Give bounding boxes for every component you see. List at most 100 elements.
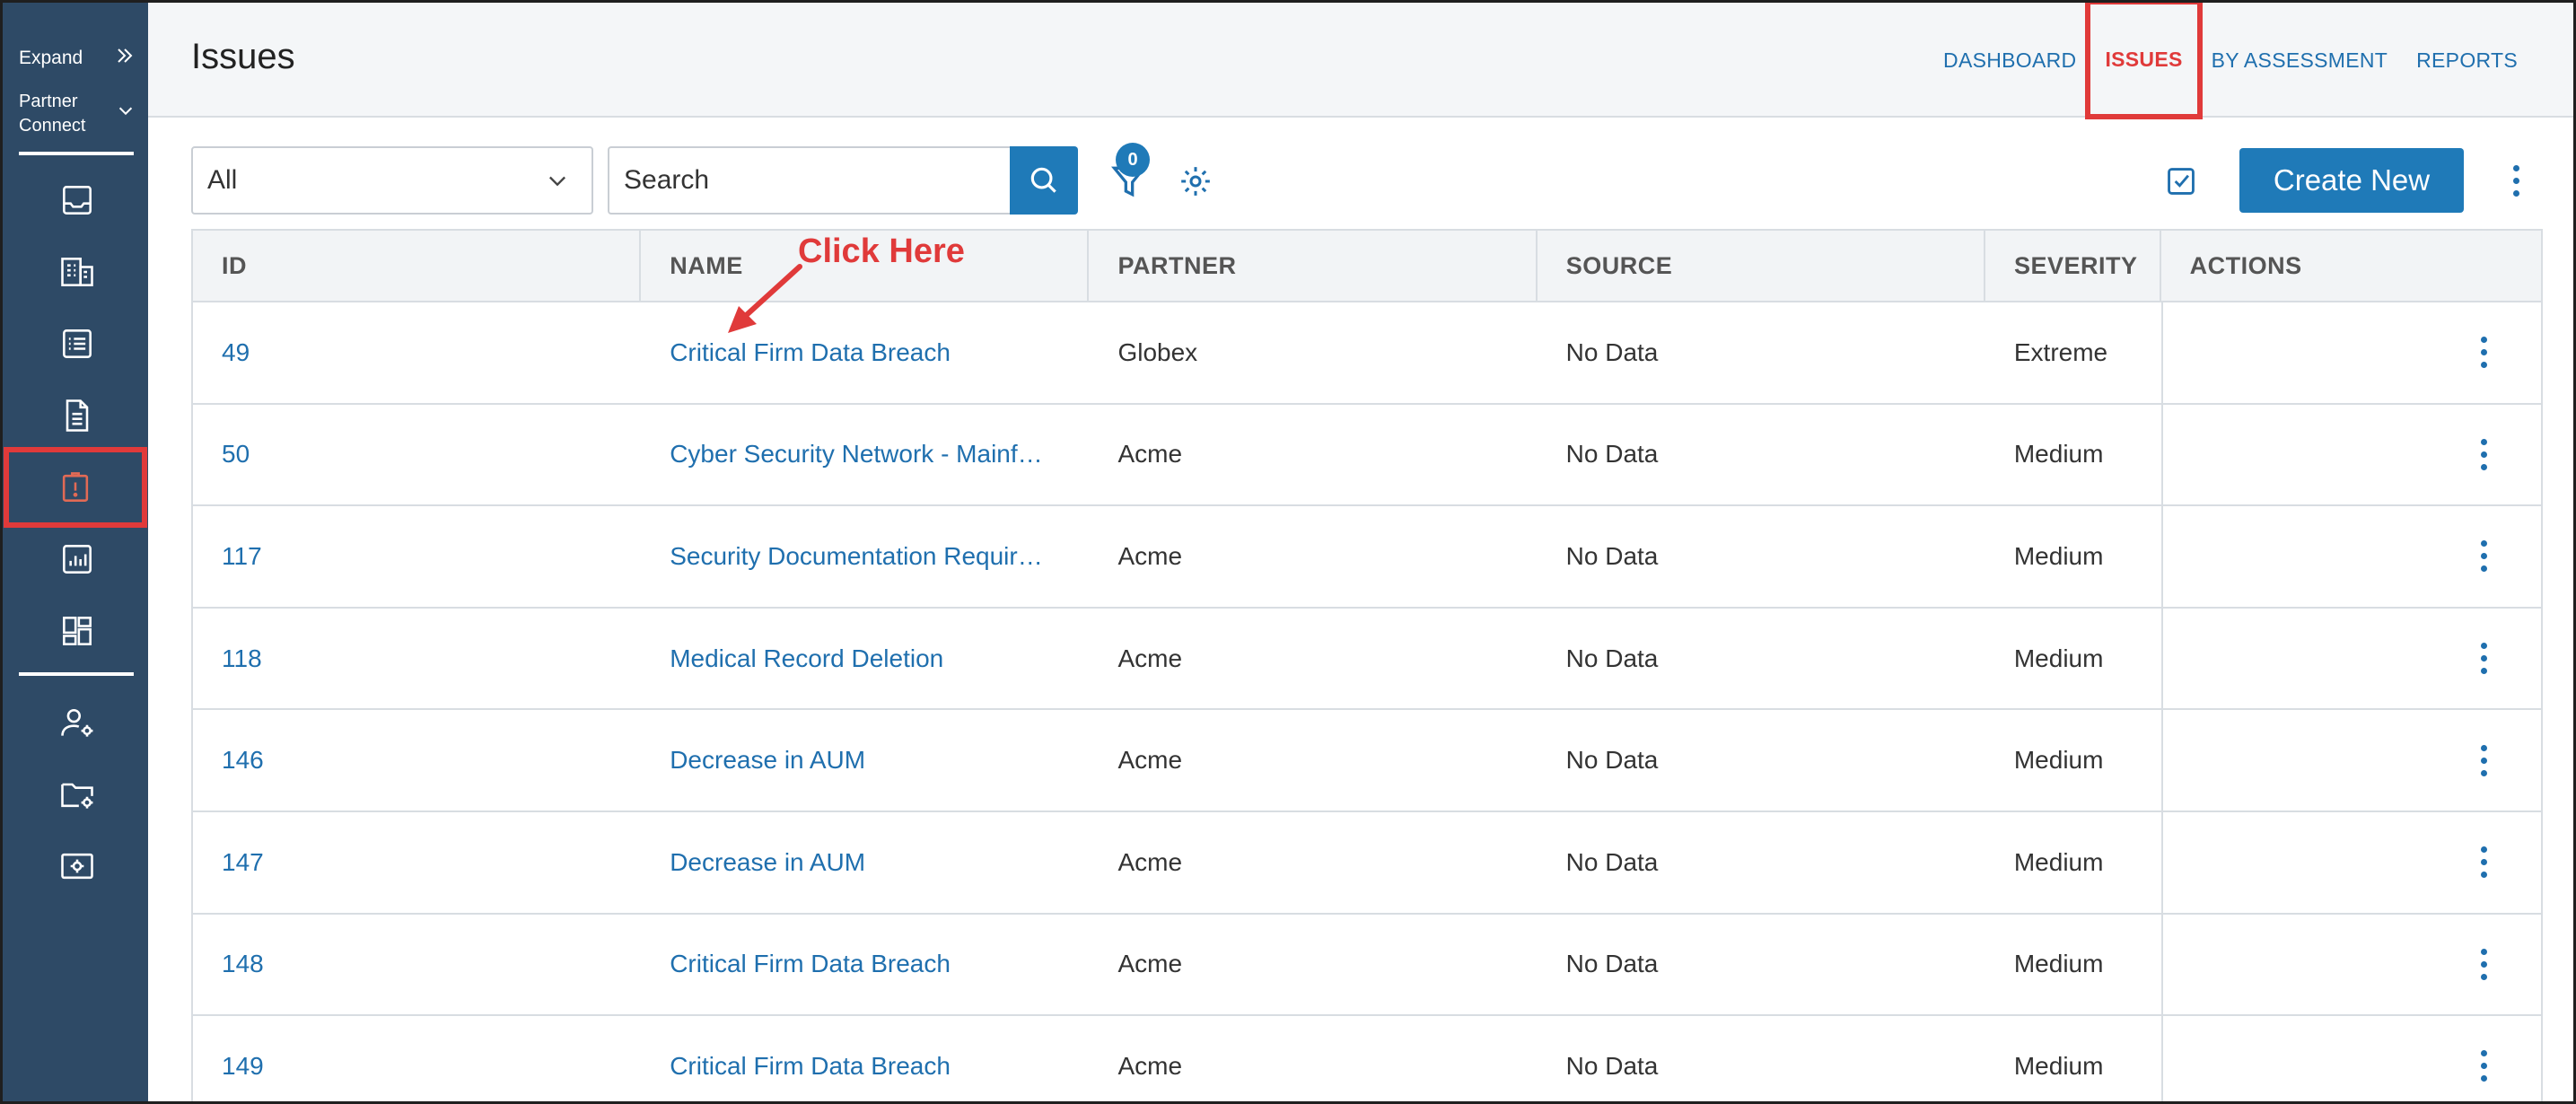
issue-name-link[interactable]: Decrease in AUM bbox=[641, 710, 1089, 810]
severity-cell: Medium bbox=[2013, 541, 2104, 570]
gear-icon bbox=[1181, 167, 1210, 196]
issue-name-text: Critical Firm Data Breach bbox=[670, 337, 951, 366]
row-actions-cell bbox=[2160, 302, 2541, 403]
issue-id-link[interactable]: 50 bbox=[193, 405, 641, 505]
annotation-arrow-icon bbox=[728, 264, 802, 333]
kebab-menu-icon[interactable] bbox=[2475, 942, 2493, 986]
issue-name-text: Decrease in AUM bbox=[670, 847, 866, 876]
issue-id-link[interactable]: 146 bbox=[193, 710, 641, 810]
issue-id-link[interactable]: 149 bbox=[193, 1016, 641, 1101]
row-actions-cell bbox=[2160, 608, 2541, 709]
table-row: 147 Decrease in AUM Acme No Data Medium bbox=[193, 811, 2541, 915]
kebab-menu-icon[interactable] bbox=[2475, 738, 2493, 783]
severity-cell: Medium bbox=[2013, 746, 2104, 775]
partner-cell: Acme bbox=[1117, 746, 1183, 775]
column-header-actions: ACTIONS bbox=[2189, 251, 2302, 279]
issue-name-link[interactable]: Security Documentation Requir… bbox=[641, 506, 1089, 607]
partner-cell: Acme bbox=[1117, 847, 1183, 876]
issue-name-text: Medical Record Deletion bbox=[670, 644, 944, 672]
sidebar-item-inbox[interactable] bbox=[13, 168, 141, 232]
column-header-severity[interactable]: SEVERITY bbox=[1985, 231, 2161, 301]
sidebar-item-organizations[interactable] bbox=[13, 240, 141, 304]
kebab-menu-icon[interactable] bbox=[2475, 534, 2493, 579]
sidebar-item-folder-settings[interactable] bbox=[13, 762, 141, 827]
issue-name-text: Cyber Security Network - Mainf… bbox=[670, 440, 1043, 469]
issues-table: ID NAME PARTNER SOURCE SEVERITY ACTIONS … bbox=[191, 229, 2543, 1101]
sidebar-item-user-settings[interactable] bbox=[13, 690, 141, 755]
source-cell: No Data bbox=[1565, 746, 1659, 775]
nav-by-assessment[interactable]: BY ASSESSMENT bbox=[2197, 48, 2403, 73]
issue-id-link[interactable]: 147 bbox=[193, 812, 641, 913]
page-header: Issues DASHBOARD ISSUES BY ASSESSMENT RE… bbox=[148, 3, 2573, 119]
sidebar-item-reports[interactable] bbox=[13, 527, 141, 591]
issue-id-link[interactable]: 148 bbox=[193, 915, 641, 1015]
org-switcher[interactable]: Partner Connect bbox=[19, 89, 136, 139]
user-settings-icon bbox=[61, 708, 93, 737]
inbox-icon bbox=[63, 186, 92, 215]
double-chevron-right-icon bbox=[114, 45, 136, 72]
nav-dashboard[interactable]: DASHBOARD bbox=[1929, 48, 2090, 73]
issue-name-link[interactable]: Critical Firm Data Breach bbox=[641, 915, 1089, 1015]
building-icon bbox=[61, 258, 93, 286]
kebab-menu-icon[interactable] bbox=[2475, 432, 2493, 477]
column-header-id[interactable]: ID bbox=[193, 231, 642, 301]
chevron-down-icon bbox=[549, 176, 565, 187]
table-row: 146 Decrease in AUM Acme No Data Medium bbox=[193, 710, 2541, 812]
page-title: Issues bbox=[191, 37, 295, 76]
dashboard-grid-icon bbox=[63, 617, 92, 645]
issue-id-link[interactable]: 118 bbox=[193, 609, 641, 709]
table-row: 149 Critical Firm Data Breach Acme No Da… bbox=[193, 1016, 2541, 1101]
sidebar-item-issues[interactable] bbox=[4, 447, 147, 528]
source-cell: No Data bbox=[1565, 541, 1659, 570]
severity-cell: Medium bbox=[2013, 847, 2104, 876]
table-settings-button[interactable] bbox=[1171, 157, 1220, 206]
search-input[interactable]: Search bbox=[608, 146, 1010, 215]
source-cell: No Data bbox=[1565, 950, 1659, 978]
toolbar: All Search 0 Create New bbox=[191, 143, 2543, 215]
sidebar-item-documents[interactable] bbox=[13, 383, 141, 448]
issue-name-link[interactable]: Decrease in AUM bbox=[641, 812, 1089, 913]
row-actions-cell bbox=[2160, 811, 2541, 913]
org-label: Partner Connect bbox=[19, 92, 86, 136]
table-row: 49 Critical Firm Data Breach Globex No D… bbox=[193, 302, 2541, 405]
source-cell: No Data bbox=[1565, 847, 1659, 876]
nav-reports[interactable]: REPORTS bbox=[2402, 48, 2532, 73]
issue-name-link[interactable]: Critical Firm Data Breach bbox=[641, 1016, 1089, 1101]
sidebar-item-system-settings[interactable] bbox=[13, 834, 141, 898]
issue-id-link[interactable]: 117 bbox=[193, 506, 641, 607]
report-chart-icon bbox=[63, 545, 92, 574]
table-row: 118 Medical Record Deletion Acme No Data… bbox=[193, 608, 2541, 711]
severity-cell: Medium bbox=[2013, 950, 2104, 978]
source-cell: No Data bbox=[1565, 644, 1659, 672]
search-button[interactable] bbox=[1010, 146, 1078, 215]
kebab-menu-icon[interactable] bbox=[2475, 330, 2493, 375]
row-actions-cell bbox=[2160, 914, 2541, 1015]
sidebar-item-tasks[interactable] bbox=[13, 311, 141, 376]
create-new-button[interactable]: Create New bbox=[2239, 148, 2464, 213]
severity-cell: Extreme bbox=[2013, 337, 2108, 366]
issue-name-link[interactable]: Cyber Security Network - Mainf… bbox=[641, 405, 1089, 505]
source-cell: No Data bbox=[1565, 337, 1659, 366]
nav-issues[interactable]: ISSUES bbox=[2085, 3, 2203, 119]
issue-name-link[interactable]: Medical Record Deletion bbox=[641, 609, 1089, 709]
row-actions-cell bbox=[2160, 506, 2541, 607]
sidebar-item-dashboards[interactable] bbox=[13, 599, 141, 663]
search-icon bbox=[1030, 167, 1056, 193]
kebab-menu-icon bbox=[2507, 158, 2525, 203]
document-icon bbox=[66, 399, 89, 432]
kebab-menu-icon[interactable] bbox=[2475, 636, 2493, 681]
kebab-menu-icon[interactable] bbox=[2475, 1044, 2493, 1089]
table-row: 117 Security Documentation Requir… Acme … bbox=[193, 506, 2541, 609]
checkbox-checked-icon bbox=[2168, 168, 2195, 195]
expand-toggle[interactable]: Expand bbox=[19, 42, 136, 74]
filter-select[interactable]: All bbox=[191, 146, 593, 215]
bulk-select-button[interactable] bbox=[2157, 157, 2205, 206]
issue-name-link[interactable]: Critical Firm Data Breach bbox=[641, 302, 1089, 403]
issue-id-link[interactable]: 49 bbox=[193, 302, 641, 403]
more-options-button[interactable] bbox=[2498, 155, 2534, 206]
column-header-source[interactable]: SOURCE bbox=[1538, 231, 1985, 301]
issue-name-text: Decrease in AUM bbox=[670, 746, 866, 775]
column-header-partner[interactable]: PARTNER bbox=[1089, 231, 1538, 301]
kebab-menu-icon[interactable] bbox=[2475, 840, 2493, 885]
row-actions-cell bbox=[2160, 710, 2541, 810]
